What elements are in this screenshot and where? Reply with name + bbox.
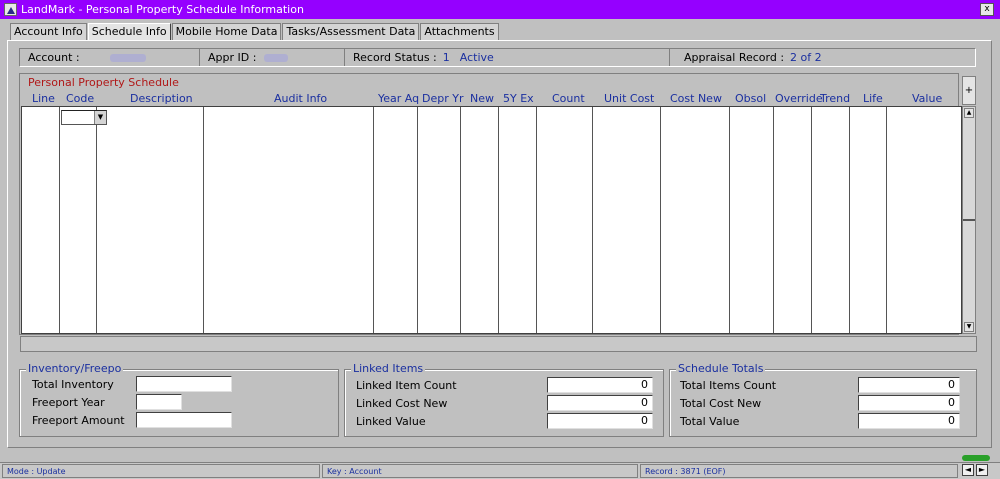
status-indicator <box>962 455 990 461</box>
column-divider <box>203 107 204 333</box>
tab-schedule-info[interactable]: Schedule Info <box>87 23 171 41</box>
column-divider <box>811 107 812 333</box>
account-value-redacted <box>109 53 146 62</box>
linked-cost-new-field[interactable]: 0 <box>547 395 653 411</box>
freeport-amount-field[interactable] <box>136 412 232 428</box>
status-key: Key : Account <box>322 464 638 478</box>
schedule-totals-group-title: Schedule Totals <box>676 362 766 375</box>
account-info-bar: Account : Appr ID : Record Status : 1 Ac… <box>19 48 976 67</box>
column-divider <box>460 107 461 333</box>
appraisal-record-cell: Appraisal Record : 2 of 2 <box>670 49 975 66</box>
record-status-code: 1 <box>442 51 450 64</box>
account-cell: Account : <box>20 49 200 66</box>
col-header-value[interactable]: Value <box>912 92 942 105</box>
status-record: Record : 3871 (EOF) <box>640 464 958 478</box>
inventory-group: Inventory/Freepo Total Inventory Freepor… <box>19 362 339 437</box>
scroll-thumb[interactable] <box>963 219 975 221</box>
appraisal-record-value: 2 of 2 <box>790 51 822 64</box>
freeport-year-field[interactable] <box>136 394 182 410</box>
app-icon <box>4 3 17 16</box>
total-cost-new-label: Total Cost New <box>680 397 762 410</box>
status-mode: Mode : Update <box>2 464 320 478</box>
total-inventory-label: Total Inventory <box>32 378 114 391</box>
col-header-obsol[interactable]: Obsol <box>735 92 766 105</box>
linked-items-group-title: Linked Items <box>351 362 426 375</box>
tab-strip: Account Info Schedule Info Mobile Home D… <box>10 23 500 41</box>
column-divider <box>536 107 537 333</box>
linked-value-field[interactable]: 0 <box>547 413 653 429</box>
linked-item-count-label: Linked Item Count <box>356 379 457 392</box>
window-title: LandMark - Personal Property Schedule In… <box>21 3 304 16</box>
column-divider <box>417 107 418 333</box>
col-header-trend[interactable]: Trend <box>820 92 850 105</box>
tab-mobile-home-data[interactable]: Mobile Home Data <box>171 23 282 40</box>
column-divider <box>592 107 593 333</box>
column-divider <box>849 107 850 333</box>
record-status-cell: Record Status : 1 Active <box>345 49 670 66</box>
total-value-field[interactable]: 0 <box>858 413 960 429</box>
col-header-description[interactable]: Description <box>130 92 193 105</box>
tab-account-info[interactable]: Account Info <box>10 23 87 40</box>
prev-record-icon[interactable]: ◄ <box>962 464 974 476</box>
add-row-button[interactable]: + <box>962 76 976 105</box>
col-header-count[interactable]: Count <box>552 92 585 105</box>
column-divider <box>729 107 730 333</box>
total-items-count-field[interactable]: 0 <box>858 377 960 393</box>
col-header-year-aq[interactable]: Year Aq <box>378 92 419 105</box>
col-header-5y-ex[interactable]: 5Y Ex <box>503 92 534 105</box>
col-header-unit-cost[interactable]: Unit Cost <box>604 92 654 105</box>
col-header-line[interactable]: Line <box>32 92 55 105</box>
appr-id-value-redacted <box>264 53 289 62</box>
tab-tasks-assessment-data[interactable]: Tasks/Assessment Data <box>282 23 420 40</box>
col-header-life[interactable]: Life <box>863 92 883 105</box>
appr-id-label: Appr ID : <box>208 51 257 64</box>
appraisal-record-label: Appraisal Record : <box>684 51 785 64</box>
schedule-grid-header: Line Code Description Audit Info Year Aq… <box>20 91 962 106</box>
close-button[interactable]: x <box>980 3 994 16</box>
col-header-depr-yr[interactable]: Depr Yr <box>422 92 463 105</box>
total-items-count-label: Total Items Count <box>680 379 777 392</box>
col-header-override[interactable]: Override <box>775 92 823 105</box>
record-status-text: Active <box>459 51 494 64</box>
column-divider <box>498 107 499 333</box>
col-header-cost-new[interactable]: Cost New <box>670 92 722 105</box>
inventory-group-title: Inventory/Freepo <box>26 362 124 375</box>
appr-id-cell: Appr ID : <box>200 49 345 66</box>
column-divider <box>886 107 887 333</box>
linked-value-label: Linked Value <box>356 415 426 428</box>
chevron-down-icon[interactable]: ▼ <box>94 111 106 124</box>
schedule-title: Personal Property Schedule <box>28 76 179 89</box>
col-header-code[interactable]: Code <box>66 92 94 105</box>
schedule-grid-body[interactable]: ▼ <box>21 106 962 334</box>
column-divider <box>373 107 374 333</box>
account-label: Account : <box>28 51 80 64</box>
column-divider <box>660 107 661 333</box>
total-inventory-field[interactable] <box>136 376 232 392</box>
record-status-label: Record Status : <box>353 51 437 64</box>
schedule-totals-group: Schedule Totals Total Items Count 0 Tota… <box>669 362 977 437</box>
total-value-label: Total Value <box>680 415 740 428</box>
col-header-new[interactable]: New <box>470 92 494 105</box>
title-bar: LandMark - Personal Property Schedule In… <box>0 0 1000 19</box>
horizontal-scrollbar[interactable] <box>20 336 977 352</box>
linked-item-count-field[interactable]: 0 <box>547 377 653 393</box>
scroll-down-icon[interactable]: ▼ <box>964 322 974 332</box>
column-divider <box>59 107 60 333</box>
column-divider <box>773 107 774 333</box>
linked-cost-new-label: Linked Cost New <box>356 397 448 410</box>
status-bar: Mode : Update Key : Account Record : 387… <box>0 462 1000 479</box>
tab-attachments[interactable]: Attachments <box>420 23 499 40</box>
freeport-year-label: Freeport Year <box>32 396 105 409</box>
linked-items-group: Linked Items Linked Item Count 0 Linked … <box>344 362 664 437</box>
freeport-amount-label: Freeport Amount <box>32 414 125 427</box>
col-header-audit-info[interactable]: Audit Info <box>274 92 327 105</box>
scroll-up-icon[interactable]: ▲ <box>964 108 974 118</box>
code-dropdown[interactable]: ▼ <box>61 110 107 125</box>
vertical-scrollbar[interactable]: ▲ ▼ <box>962 106 976 334</box>
next-record-icon[interactable]: ► <box>976 464 988 476</box>
column-divider <box>96 107 97 333</box>
total-cost-new-field[interactable]: 0 <box>858 395 960 411</box>
